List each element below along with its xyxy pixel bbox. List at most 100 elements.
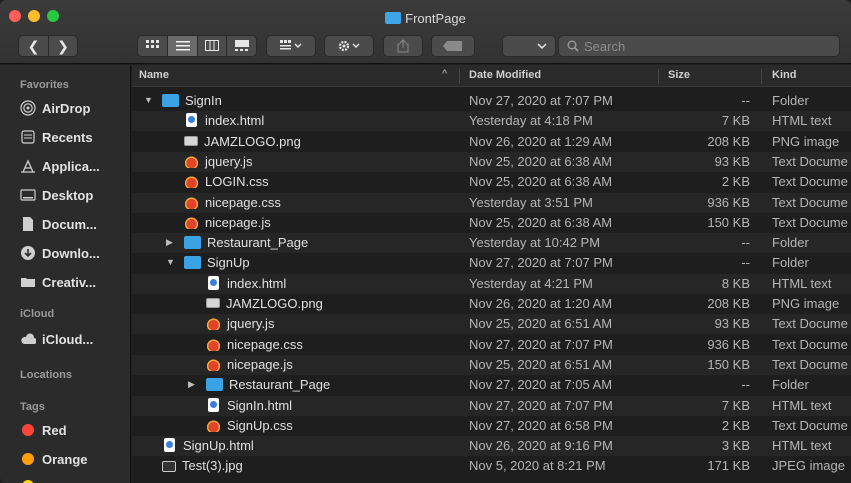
file-name-cell: nicepage.css <box>184 194 281 210</box>
table-row[interactable]: nicepage.js Nov 25, 2020 at 6:51 AM 150 KB… <box>132 354 851 375</box>
airdrop-icon <box>20 100 36 116</box>
sidebar-header-tags: Tags <box>20 401 45 413</box>
kind-cell: Text Docume <box>772 316 848 332</box>
icon-view-button[interactable] <box>138 36 167 56</box>
file-name-cell: index.html <box>206 275 286 291</box>
edit-tags-button[interactable] <box>431 35 475 57</box>
table-row[interactable]: jquery.js Nov 25, 2020 at 6:51 AM 93 KB Tex… <box>132 314 851 335</box>
size-cell: 93 KB <box>714 316 750 332</box>
sidebar-tag-partial[interactable] <box>20 475 42 483</box>
table-row[interactable]: ▼ SignIn Nov 27, 2020 at 7:07 PM -- Folder <box>132 91 851 111</box>
code-file-icon <box>185 153 198 168</box>
table-row[interactable]: Test(3).jpg Nov 5, 2020 at 8:21 PM 171 KB J… <box>132 456 851 476</box>
red-tag-dot-icon <box>22 424 34 436</box>
size-cell: 936 KB <box>707 194 750 210</box>
group-by-button[interactable] <box>266 35 316 57</box>
size-cell: 208 KB <box>707 133 750 149</box>
table-row[interactable]: index.html Yesterday at 4:18 PM 7 KB HTML t… <box>132 111 851 132</box>
gallery-view-button[interactable] <box>226 36 256 56</box>
table-row[interactable]: SignIn.html Nov 27, 2020 at 7:07 PM 7 KB HT… <box>132 395 851 416</box>
date-modified-cell: Yesterday at 4:18 PM <box>469 113 593 129</box>
png-file-icon <box>184 135 198 146</box>
gallery-view-icon <box>234 40 249 51</box>
sidebar-item-creative[interactable]: Creativ... <box>20 271 96 293</box>
table-row[interactable]: SignUp.html Nov 26, 2020 at 9:16 PM 3 KB HT… <box>132 436 851 457</box>
file-name: index.html <box>205 113 265 129</box>
sidebar-item-downloads[interactable]: Downlo... <box>20 242 100 264</box>
column-header-name[interactable]: Name <box>139 69 169 81</box>
sidebar-header-locations: Locations <box>20 369 72 381</box>
desktop-icon <box>20 187 36 203</box>
html-file-icon <box>164 438 175 453</box>
window-title: FrontPage <box>0 11 851 26</box>
size-cell: -- <box>741 377 750 393</box>
sidebar-header-favorites: Favorites <box>20 79 69 91</box>
search-field[interactable] <box>558 35 840 57</box>
size-cell: -- <box>741 93 750 108</box>
table-row[interactable]: jquery.js Nov 25, 2020 at 6:38 AM 93 KB Tex… <box>132 151 851 172</box>
disclosure-collapsed-icon[interactable]: ▶ <box>188 379 198 390</box>
table-row[interactable]: ▶ Restaurant_Page Nov 27, 2020 at 7:05 AM -… <box>132 375 851 395</box>
view-mode-group <box>137 35 257 57</box>
sidebar-tag-red[interactable]: Red <box>20 419 67 441</box>
sidebar-item-recents[interactable]: Recents <box>20 126 93 148</box>
date-modified-cell: Yesterday at 10:42 PM <box>469 235 601 251</box>
column-view-button[interactable] <box>196 36 227 56</box>
kind-cell: HTML text <box>772 113 832 129</box>
file-name: SignUp.css <box>227 417 293 433</box>
code-file-icon <box>207 356 220 371</box>
table-row[interactable]: nicepage.css Nov 27, 2020 at 7:07 PM 936 K… <box>132 335 851 355</box>
file-name-cell: jquery.js <box>206 316 274 331</box>
table-row[interactable]: ▶ Restaurant_Page Yesterday at 10:42 PM -- F… <box>132 233 851 254</box>
table-row[interactable]: JAMZLOGO.png Nov 26, 2020 at 1:29 AM 208 K… <box>132 132 851 152</box>
kind-cell: Folder <box>772 255 809 271</box>
sidebar-item-airdrop[interactable]: AirDrop <box>20 97 90 119</box>
file-name-cell: nicepage.css <box>206 336 303 352</box>
action-menu-button[interactable] <box>324 35 374 57</box>
sidebar-item-desktop[interactable]: Desktop <box>20 184 93 206</box>
path-dropdown-button[interactable] <box>502 35 556 57</box>
disclosure-expanded-icon[interactable]: ▼ <box>166 257 176 267</box>
table-row[interactable]: nicepage.js Nov 25, 2020 at 6:38 AM 150 KB… <box>132 213 851 233</box>
disclosure-expanded-icon[interactable]: ▼ <box>144 95 154 105</box>
table-row[interactable]: JAMZLOGO.png Nov 26, 2020 at 1:20 AM 208 K… <box>132 294 851 314</box>
search-input[interactable] <box>584 38 824 54</box>
sidebar-item-applications[interactable]: Applica... <box>20 155 100 177</box>
kind-cell: HTML text <box>772 397 832 413</box>
sidebar-tag-orange[interactable]: Orange <box>20 448 88 470</box>
file-name: JAMZLOGO.png <box>204 133 301 149</box>
table-row[interactable]: SignUp.css Nov 27, 2020 at 6:58 PM 2 KB Tex… <box>132 416 851 436</box>
group-by-icon <box>280 40 302 50</box>
column-header-size[interactable]: Size <box>668 69 690 81</box>
sidebar-item-icloud-drive[interactable]: iCloud... <box>20 328 93 350</box>
table-row[interactable]: ▼ SignUp Nov 27, 2020 at 7:07 PM -- Folder <box>132 253 851 273</box>
applications-icon <box>20 158 36 174</box>
sidebar-item-label: Downlo... <box>42 245 100 261</box>
column-divider[interactable] <box>658 69 659 84</box>
file-name: Test(3).jpg <box>182 458 243 474</box>
file-name-cell: SignIn.html <box>206 397 292 413</box>
sidebar-item-documents[interactable]: Docum... <box>20 213 97 235</box>
date-modified-cell: Nov 25, 2020 at 6:38 AM <box>469 214 613 230</box>
disclosure-collapsed-icon[interactable]: ▶ <box>166 237 176 248</box>
column-header-kind[interactable]: Kind <box>772 69 796 81</box>
table-row[interactable]: nicepage.css Yesterday at 3:51 PM 936 KB Te… <box>132 192 851 213</box>
column-divider[interactable] <box>459 69 460 84</box>
sidebar-item-label: Orange <box>42 451 88 467</box>
folder-icon <box>162 94 179 107</box>
forward-button[interactable]: ❯ <box>47 36 77 56</box>
column-header-date[interactable]: Date Modified <box>469 69 541 81</box>
finder-window: FrontPage ❮ ❯ Search Favorites AirDrop R… <box>0 0 851 483</box>
date-modified-cell: Nov 27, 2020 at 7:07 PM <box>469 93 613 108</box>
share-button[interactable] <box>383 35 423 57</box>
list-view-button[interactable] <box>167 36 197 56</box>
back-button[interactable]: ❮ <box>19 36 48 56</box>
file-name: nicepage.css <box>205 194 281 210</box>
folder-icon <box>385 12 402 24</box>
recents-icon <box>20 129 36 145</box>
table-row[interactable]: index.html Yesterday at 4:21 PM 8 KB HTML t… <box>132 273 851 294</box>
column-divider[interactable] <box>761 69 762 84</box>
code-file-icon <box>207 417 220 432</box>
table-row[interactable]: LOGIN.css Nov 25, 2020 at 6:38 AM 2 KB Text… <box>132 172 851 192</box>
code-file-icon <box>185 174 198 189</box>
